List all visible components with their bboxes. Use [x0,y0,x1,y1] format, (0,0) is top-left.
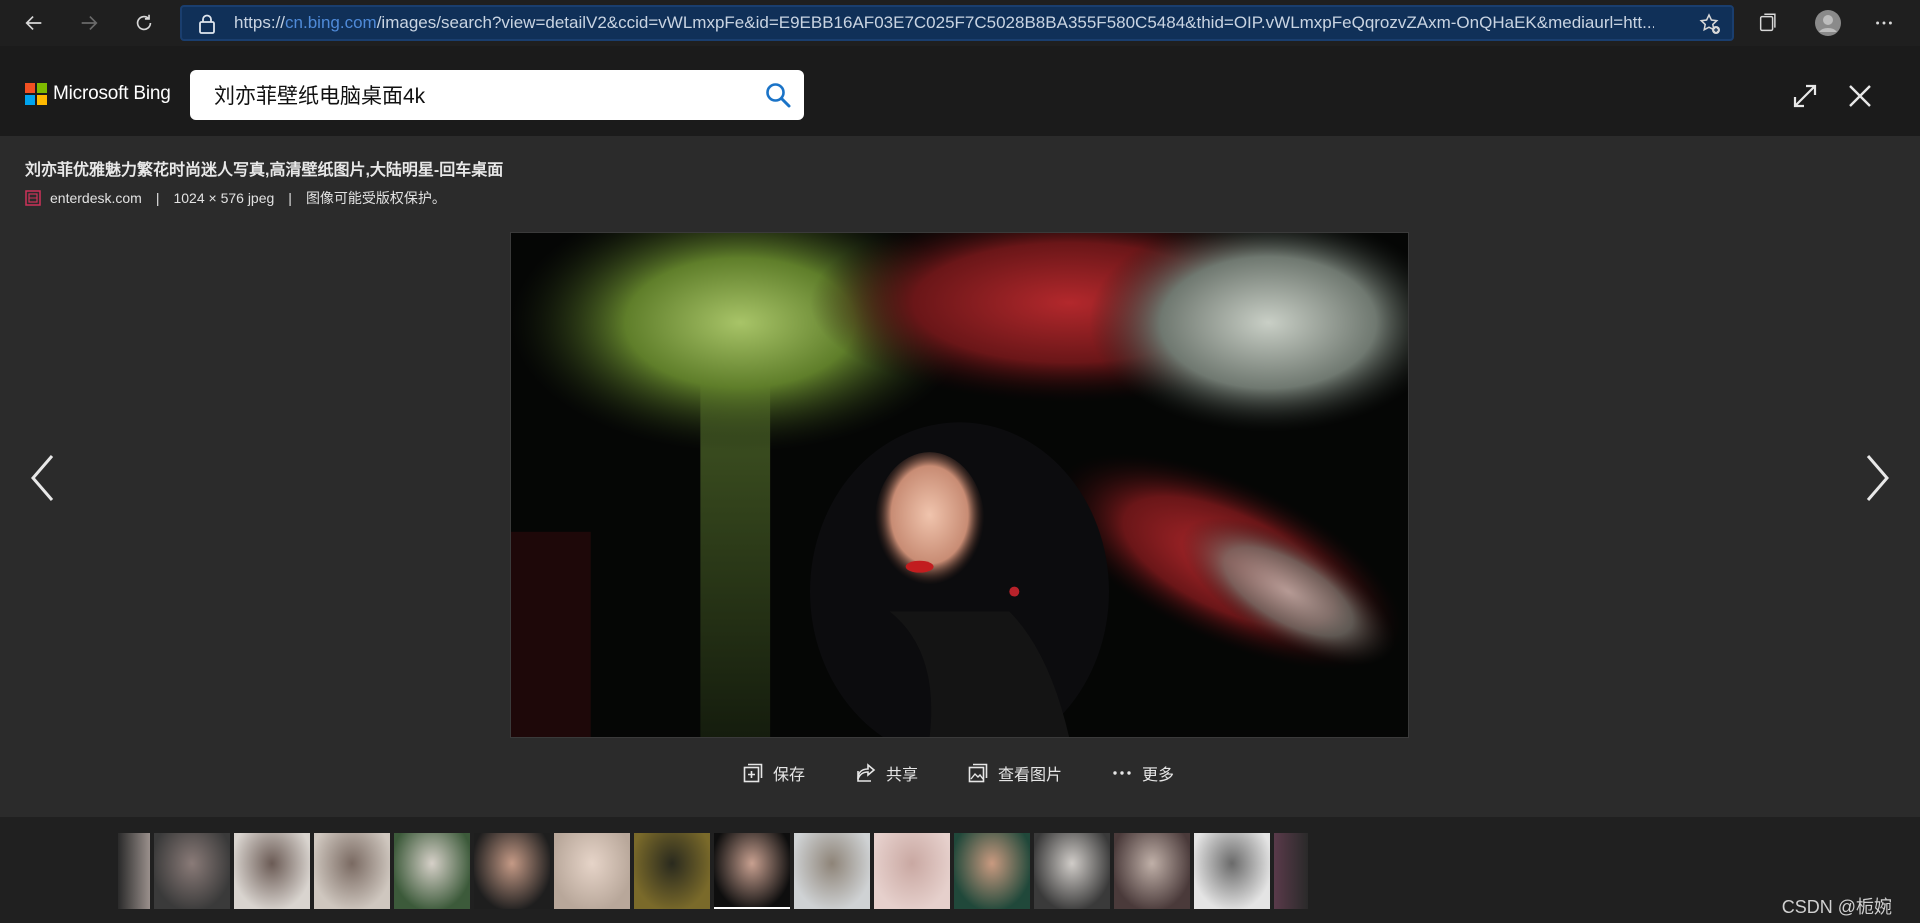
related-image-thumbnail[interactable] [954,833,1030,909]
related-image-thumbnail[interactable] [714,833,790,909]
save-button[interactable]: 保存 [743,756,805,790]
logo-tile [37,95,47,105]
related-image-thumbnail[interactable] [1194,833,1270,909]
related-image-thumbnail[interactable] [1274,833,1308,909]
share-label: 共享 [886,767,919,784]
collections-icon [1759,13,1776,32]
forward-button[interactable] [71,5,107,41]
more-button[interactable]: 更多 [1112,756,1174,790]
address-bar[interactable]: https://cn.bing.com/images/search?view=d… [180,5,1734,41]
view-image-button[interactable]: 查看图片 [968,756,1062,790]
share-icon [857,763,876,782]
url-text[interactable]: https://cn.bing.com/images/search?view=d… [234,7,1654,39]
lock-icon [199,14,215,34]
logo-tile [37,83,47,93]
browser-toolbar: https://cn.bing.com/images/search?view=d… [0,0,1920,46]
related-images-strip [0,817,1920,923]
related-image-thumbnail[interactable] [314,833,390,909]
site-favicon-icon [25,190,41,206]
search-icon[interactable] [764,81,792,109]
more-label: 更多 [1142,767,1175,784]
arrow-right-icon [81,15,98,31]
expand-button[interactable] [1785,76,1825,116]
watermark-text: CSDN @栀婉 [1781,897,1892,917]
portrait-photo [511,233,1408,737]
add-to-collection-icon [743,763,763,783]
arrow-left-icon [25,15,42,31]
related-image-thumbnail[interactable] [118,833,150,909]
expand-icon [1793,84,1817,108]
meta-separator: | [155,190,160,206]
related-image-thumbnail[interactable] [874,833,950,909]
related-image-thumbnail[interactable] [234,833,310,909]
search-input[interactable] [212,70,732,120]
main-photo[interactable] [510,232,1409,738]
url-host: cn.bing.com [285,13,377,32]
chevron-left-icon [31,455,54,501]
image-source-link[interactable]: enterdesk.com [50,190,142,206]
bing-logo[interactable]: Microsoft Bing [25,83,171,105]
next-image-button[interactable] [1852,448,1902,508]
image-detail-pane: 刘亦菲优雅魅力繁花时尚迷人写真,高清壁纸图片,大陆明星-回车桌面 enterde… [0,136,1920,817]
previous-image-button[interactable] [18,448,68,508]
url-path: /images/search?view=detailV2&ccid=vWLmxp… [376,13,1654,32]
microsoft-logo-icon [25,83,47,105]
related-image-thumbnail[interactable] [1034,833,1110,909]
more-horizontal-icon [1113,771,1131,775]
avatar-icon [1815,10,1841,36]
reload-button[interactable] [126,5,162,41]
view-image-label: 查看图片 [998,767,1063,784]
close-button[interactable] [1840,76,1880,116]
logo-tile [25,83,35,93]
add-favorite-icon[interactable] [1698,12,1722,36]
related-image-thumbnail[interactable] [554,833,630,909]
share-button[interactable]: 共享 [856,756,918,790]
image-title[interactable]: 刘亦菲优雅魅力繁花时尚迷人写真,高清壁纸图片,大陆明星-回车桌面 [25,156,503,180]
copyright-notice: 图像可能受版权保护。 [305,190,446,206]
close-icon [1849,85,1871,107]
more-horizontal-icon [1876,21,1892,25]
collections-button[interactable] [1750,5,1786,41]
logo-tile [25,95,35,105]
bing-header: Microsoft Bing [0,46,1920,136]
profile-button[interactable] [1810,5,1846,41]
related-image-thumbnail[interactable] [634,833,710,909]
back-button[interactable] [16,5,52,41]
meta-separator: | [288,190,292,206]
related-image-thumbnail[interactable] [794,833,870,909]
chevron-right-icon [1866,455,1889,501]
related-image-thumbnail[interactable] [154,833,230,909]
logo-text: Microsoft Bing [53,83,171,104]
related-image-thumbnail[interactable] [474,833,550,909]
image-dimensions: 1024 × 576 jpeg [173,190,275,206]
view-image-icon [968,763,988,783]
image-actions-bar: 保存 共享 查看图片 更多 [0,756,1920,790]
related-image-thumbnail[interactable] [394,833,470,909]
save-label: 保存 [773,767,806,784]
settings-menu-button[interactable] [1866,5,1902,41]
reload-icon [136,14,152,31]
related-image-thumbnail[interactable] [1114,833,1190,909]
search-box[interactable] [190,70,804,120]
url-scheme: https:// [234,13,286,32]
image-meta: enterdesk.com | 1024 × 576 jpeg | 图像可能受版… [25,188,446,208]
